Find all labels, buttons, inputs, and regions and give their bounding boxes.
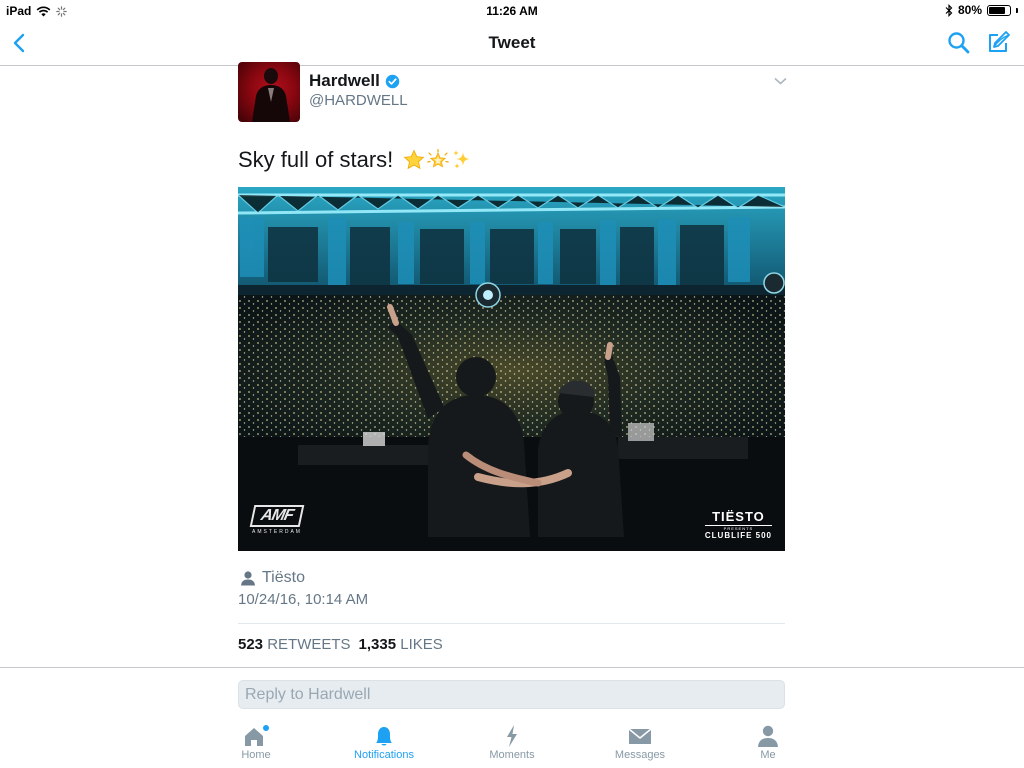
battery-icon [987,4,1011,16]
sparkles-emoji-icon [453,150,471,169]
tab-home[interactable]: Home [201,724,311,761]
status-right: 80% [945,3,1018,17]
chevron-down-icon[interactable] [773,76,788,86]
home-icon [245,725,269,746]
amf-logo-text: AMF [249,505,305,527]
divider [0,667,1024,668]
verified-badge-icon [385,74,400,88]
tiesto-clublife-logo: TIËSTO PRESENTS CLUBLIFE 500 [704,509,772,540]
lightning-icon [507,725,517,747]
bluetooth-icon [945,3,953,17]
tweet-photo[interactable]: AMF AMSTERDAM TIËSTO PRESENTS CLUBLIFE 5… [238,187,785,551]
concert-photo [238,187,785,551]
tab-messages-label: Messages [614,749,666,761]
tiesto-logo-text: TIËSTO [712,509,765,524]
retweeted-by-name: Tiësto [262,569,305,586]
tab-moments[interactable]: Moments [457,724,567,761]
tweet-stats: 523 RETWEETS 1,335 LIKES [238,636,443,653]
author-name-text: Hardwell [309,71,380,90]
retweeted-by[interactable]: Tiësto [240,569,305,587]
status-time: 11:26 AM [486,4,538,18]
battery-tip [1016,7,1018,13]
nav-bar: Tweet [0,22,1024,66]
tab-me-label: Me [760,749,776,761]
tab-moments-label: Moments [489,749,535,761]
avatar[interactable] [238,62,300,122]
compose-icon[interactable] [984,29,1012,57]
battery-level-fill [989,6,1005,14]
tweet-text-content: Sky full of stars! [238,147,394,172]
person-icon [758,725,778,747]
status-bar: iPad 11:26 AM 80% [0,0,1024,22]
likes-label: LIKES [400,636,443,653]
page-title: Tweet [488,33,536,52]
tab-bar: Home Notifications Moments Messages Me [0,718,1024,768]
tab-notifications-label: Notifications [354,749,414,761]
tweet-timestamp: 10/24/16, 10:14 AM [238,591,369,608]
clublife-text: CLUBLIFE 500 [704,531,772,540]
likes-count: 1,335 [358,636,397,653]
amf-logo-subtext: AMSTERDAM [252,529,302,535]
tweet-emojis [403,149,473,171]
retweets-label: RETWEETS [267,636,351,653]
likes-stat[interactable]: 1,335 LIKES [359,636,443,653]
battery-percent: 80% [957,3,982,17]
avatar-photo [252,68,290,122]
tweet-text: Sky full of stars! [238,147,473,173]
search-icon[interactable] [946,30,972,56]
author-name[interactable]: Hardwell [309,71,400,91]
glowing-star-emoji-icon [427,149,450,168]
reply-input[interactable] [238,680,785,709]
tab-messages[interactable]: Messages [585,724,695,761]
tab-me[interactable]: Me [713,724,823,761]
tab-notifications[interactable]: Notifications [329,724,439,761]
star-emoji-icon [403,149,425,170]
retweets-count: 523 [238,636,264,653]
retweets-stat[interactable]: 523 RETWEETS [238,636,351,653]
person-icon [241,571,255,586]
divider [238,623,785,624]
envelope-icon [628,728,652,744]
tab-home-label: Home [241,749,271,761]
author-handle[interactable]: @HARDWELL [309,92,408,109]
amf-logo: AMF AMSTERDAM [249,505,305,535]
bell-icon [376,727,392,746]
